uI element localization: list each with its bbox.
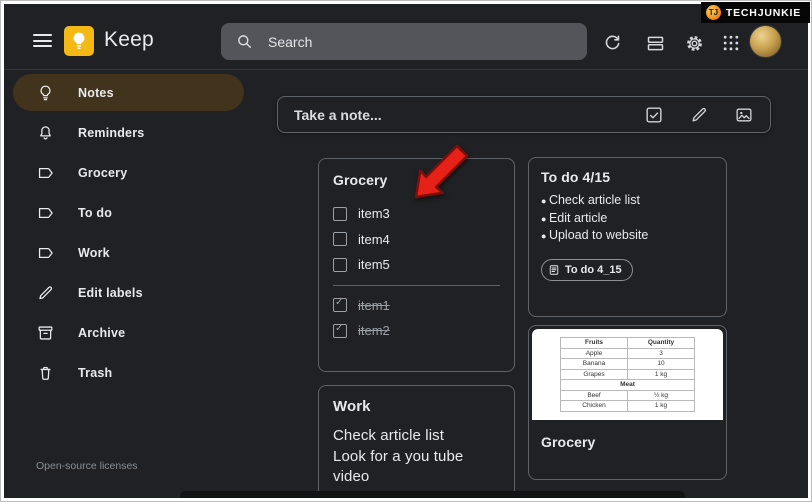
label-chip-text: To do 4_15	[565, 264, 622, 276]
header-divider	[4, 69, 808, 70]
sidebar-item-reminders[interactable]: Reminders	[0, 113, 260, 153]
take-a-note-bar[interactable]: Take a note...	[277, 96, 771, 133]
label-icon	[36, 164, 55, 183]
new-drawing-icon[interactable]	[689, 105, 709, 125]
search-icon	[235, 32, 254, 51]
checklist-item-completed: item2	[333, 318, 500, 344]
list-view-toggle-button[interactable]	[639, 27, 671, 59]
main-menu-button[interactable]	[33, 34, 52, 47]
note-image: Fruits Quantity Apple3 Banana10 Grapes1 …	[532, 329, 723, 420]
app-title: Keep	[104, 28, 154, 52]
note-text-line: Check article list	[333, 426, 500, 447]
todo-line: Upload to website	[541, 227, 714, 245]
checklist-item-label: item3	[358, 206, 390, 221]
checklist-item-completed: item1	[333, 293, 500, 319]
table-row: Chicken1 kg	[561, 401, 695, 412]
new-image-icon[interactable]	[734, 105, 754, 125]
search-bar[interactable]	[221, 23, 587, 60]
note-title: To do 4/15	[541, 169, 714, 185]
checklist-item-label: item5	[358, 257, 390, 272]
note-title: Work	[333, 398, 500, 415]
pencil-icon	[36, 284, 55, 303]
bell-icon	[36, 124, 55, 143]
checkbox-checked[interactable]	[333, 298, 347, 312]
checklist-item-label: item2	[358, 323, 390, 338]
checkbox-unchecked[interactable]	[333, 258, 347, 272]
composer-placeholder: Take a note...	[294, 107, 619, 123]
sidebar-item-trash[interactable]: Trash	[0, 353, 260, 393]
table-row: Grapes1 kg	[561, 369, 695, 380]
note-card-work[interactable]: Work Check article list Look for a you t…	[318, 385, 515, 502]
sidebar-item-work[interactable]: Work	[0, 233, 260, 273]
google-keep-window: Keep TJ TECHJUNKIE	[0, 0, 812, 502]
note-icon	[548, 264, 560, 276]
note-card-todo[interactable]: To do 4/15 Check article list Edit artic…	[528, 157, 727, 317]
checklist-item-label: item1	[358, 298, 390, 313]
sidebar-item-label: Grocery	[78, 166, 127, 180]
sidebar-item-todo[interactable]: To do	[0, 193, 260, 233]
note-title: Grocery	[541, 434, 714, 450]
bottom-strip	[180, 491, 685, 502]
checklist-item: item5	[333, 252, 500, 278]
todo-line: Edit article	[541, 210, 714, 228]
techjunkie-watermark: TJ TECHJUNKIE	[701, 2, 810, 23]
sidebar-item-grocery[interactable]: Grocery	[0, 153, 260, 193]
sidebar-item-archive[interactable]: Archive	[0, 313, 260, 353]
sidebar-item-label: Notes	[78, 86, 114, 100]
table-row: Beef½ kg	[561, 390, 695, 401]
note-title: Grocery	[333, 172, 500, 188]
checklist-item: item4	[333, 227, 500, 253]
checklist-item: item3	[333, 201, 500, 227]
sidebar-item-label: Edit labels	[78, 286, 143, 300]
archive-icon	[36, 324, 55, 343]
label-icon	[36, 244, 55, 263]
sidebar-item-notes[interactable]: Notes	[0, 73, 260, 113]
note-card-grocery-checklist[interactable]: Grocery item3 item4 item5 item1 item2	[318, 158, 515, 372]
note-text-line: Look for a you tube video	[333, 447, 500, 488]
google-apps-grid-button[interactable]	[715, 27, 747, 59]
checkbox-checked[interactable]	[333, 324, 347, 338]
search-input[interactable]	[266, 33, 579, 51]
sidebar-item-edit-labels[interactable]: Edit labels	[0, 273, 260, 313]
sidebar-item-label: Reminders	[78, 126, 144, 140]
account-avatar[interactable]	[750, 26, 781, 57]
sidebar-item-label: To do	[78, 206, 112, 220]
table-row: Banana10	[561, 359, 695, 370]
table-header: Fruits	[561, 338, 628, 349]
todo-line: Check article list	[541, 192, 714, 210]
settings-gear-button[interactable]	[678, 27, 710, 59]
keep-logo-icon	[64, 26, 94, 56]
checkbox-unchecked[interactable]	[333, 232, 347, 246]
checklist-divider	[333, 285, 500, 286]
techjunkie-logo-icon: TJ	[706, 5, 721, 20]
lightbulb-icon	[36, 84, 55, 103]
techjunkie-wordmark: TECHJUNKIE	[726, 7, 801, 19]
sidebar-item-label: Archive	[78, 326, 125, 340]
table-header: Quantity	[628, 338, 695, 349]
new-checklist-icon[interactable]	[644, 105, 664, 125]
table-section-row: Meat	[561, 380, 695, 391]
label-icon	[36, 204, 55, 223]
refresh-button[interactable]	[596, 27, 628, 59]
table-row: Apple3	[561, 348, 695, 359]
label-chip[interactable]: To do 4_15	[541, 259, 633, 281]
trash-icon	[36, 364, 55, 383]
sidebar-item-label: Work	[78, 246, 110, 260]
sidebar-item-label: Trash	[78, 366, 112, 380]
note-card-grocery-image[interactable]: Fruits Quantity Apple3 Banana10 Grapes1 …	[528, 325, 727, 480]
sidebar: Notes Reminders Grocery	[0, 73, 260, 393]
grocery-table-image: Fruits Quantity Apple3 Banana10 Grapes1 …	[560, 337, 695, 412]
checklist-item-label: item4	[358, 232, 390, 247]
open-source-licenses-link[interactable]: Open-source licenses	[36, 460, 138, 472]
checkbox-unchecked[interactable]	[333, 207, 347, 221]
